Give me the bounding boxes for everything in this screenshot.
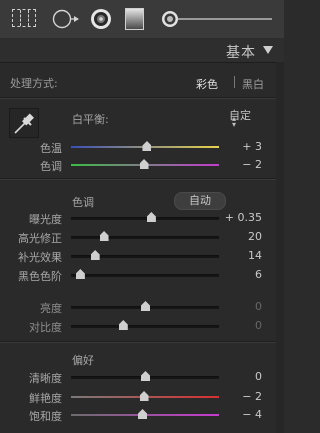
slider-row: 曝光度 + 0.35 bbox=[0, 209, 284, 227]
slider-row: 对比度 0 bbox=[0, 317, 284, 335]
adjustment-brush-icon[interactable] bbox=[160, 9, 272, 29]
eyedropper-icon bbox=[14, 113, 35, 134]
slider-row: 鲜艳度 − 2 bbox=[0, 388, 284, 406]
slider-label: 补光效果 bbox=[18, 251, 62, 264]
panel-header[interactable]: 基本 bbox=[0, 38, 284, 63]
slider-thumb[interactable] bbox=[75, 269, 85, 279]
slider-thumb[interactable] bbox=[118, 320, 128, 330]
slider-value[interactable]: − 4 bbox=[242, 408, 262, 421]
slider-track[interactable] bbox=[71, 236, 219, 239]
slider-track[interactable] bbox=[71, 325, 219, 328]
slider-thumb[interactable] bbox=[141, 301, 150, 311]
auto-tone-button[interactable]: 自动 bbox=[174, 192, 226, 210]
slider-row: 色温 + 3 bbox=[0, 138, 284, 156]
presence-title: 偏好 bbox=[72, 354, 94, 367]
slider-thumb[interactable] bbox=[139, 159, 149, 169]
slider-row: 补光效果 14 bbox=[0, 247, 284, 265]
slider-value[interactable]: − 2 bbox=[242, 390, 262, 403]
tone-title: 色调 bbox=[72, 196, 94, 209]
divider bbox=[0, 178, 284, 179]
slider-row: 亮度 0 bbox=[0, 298, 284, 316]
slider-thumb[interactable] bbox=[138, 409, 148, 419]
slider-row: 色调 − 2 bbox=[0, 156, 284, 174]
slider-row: 清晰度 0 bbox=[0, 368, 284, 386]
slider-value[interactable]: 0 bbox=[255, 370, 262, 383]
slider-thumb[interactable] bbox=[142, 141, 152, 151]
slider-row: 饱和度 − 4 bbox=[0, 406, 284, 424]
wb-label: 白平衡: bbox=[72, 113, 109, 126]
treatment-row: 处理方式: 彩色 黑白 bbox=[0, 70, 284, 92]
slider-value[interactable]: + 3 bbox=[242, 140, 262, 153]
spot-removal-icon[interactable] bbox=[52, 9, 79, 29]
slider-row: 高光修正 20 bbox=[0, 228, 284, 246]
collapse-arrow-icon[interactable] bbox=[263, 46, 273, 54]
slider-label: 鲜艳度 bbox=[29, 392, 62, 405]
treatment-color-button[interactable]: 彩色 bbox=[196, 76, 218, 92]
tool-strip bbox=[0, 0, 284, 39]
treatment-bw-button[interactable]: 黑白 bbox=[242, 76, 264, 92]
wb-eyedropper-button[interactable] bbox=[9, 108, 39, 138]
slider-label: 饱和度 bbox=[29, 410, 62, 423]
slider-row: 黑色色阶 6 bbox=[0, 266, 284, 284]
slider-label: 清晰度 bbox=[29, 372, 62, 385]
slider-value[interactable]: 0 bbox=[255, 319, 262, 332]
slider-value[interactable]: + 0.35 bbox=[225, 211, 262, 224]
slider-thumb[interactable] bbox=[99, 231, 109, 241]
slider-track[interactable] bbox=[71, 217, 219, 220]
crop-overlay-icon[interactable] bbox=[12, 9, 36, 27]
slider-value[interactable]: 0 bbox=[255, 300, 262, 313]
slider-label: 亮度 bbox=[40, 302, 62, 315]
divider bbox=[0, 97, 284, 98]
slider-thumb[interactable] bbox=[90, 250, 100, 260]
slider-thumb[interactable] bbox=[139, 391, 149, 401]
slider-label: 曝光度 bbox=[29, 213, 62, 226]
divider bbox=[0, 341, 284, 342]
slider-value[interactable]: 6 bbox=[255, 268, 262, 281]
red-eye-icon[interactable] bbox=[90, 8, 112, 30]
graduated-filter-icon[interactable] bbox=[125, 8, 144, 30]
slider-value[interactable]: − 2 bbox=[242, 158, 262, 171]
slider-label: 色温 bbox=[40, 142, 62, 155]
slider-track[interactable] bbox=[71, 274, 219, 277]
wb-spinner-icon[interactable]: ▴ ▾ bbox=[232, 115, 236, 129]
slider-value[interactable]: 14 bbox=[248, 249, 262, 262]
slider-label: 色调 bbox=[40, 160, 62, 173]
basic-panel: 基本 处理方式: 彩色 黑白 白平衡: 自定 ▴ ▾ 色调 自动 偏好 色温 + 3… bbox=[0, 0, 284, 433]
slider-label: 对比度 bbox=[29, 321, 62, 334]
treatment-separator bbox=[234, 76, 235, 88]
slider-label: 黑色色阶 bbox=[18, 270, 62, 283]
slider-thumb[interactable] bbox=[141, 371, 150, 381]
slider-thumb[interactable] bbox=[146, 212, 156, 222]
slider-value[interactable]: 20 bbox=[248, 230, 262, 243]
treatment-label: 处理方式: bbox=[10, 77, 58, 90]
panel-title: 基本 bbox=[226, 45, 256, 61]
slider-label: 高光修正 bbox=[18, 232, 62, 245]
